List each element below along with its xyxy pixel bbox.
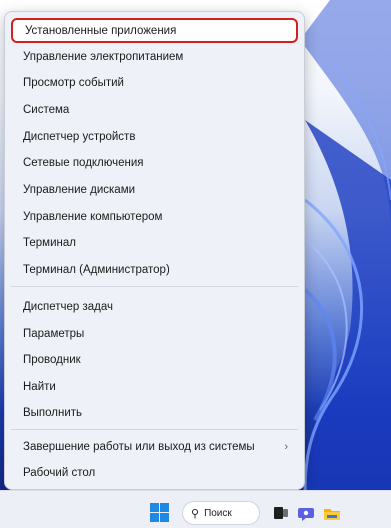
menu-item-network-connections[interactable]: Сетевые подключения (11, 150, 298, 175)
menu-item-power-options[interactable]: Управление электропитанием (11, 44, 298, 69)
menu-item-run[interactable]: Выполнить (11, 400, 298, 425)
menu-separator (11, 286, 298, 287)
menu-item-file-explorer[interactable]: Проводник (11, 347, 298, 372)
menu-item-label: Сетевые подключения (23, 156, 144, 169)
menu-item-label: Диспетчер задач (23, 300, 113, 313)
menu-item-label: Управление дисками (23, 183, 136, 196)
file-explorer-icon[interactable] (323, 504, 341, 522)
menu-item-event-viewer[interactable]: Просмотр событий (11, 70, 298, 95)
menu-item-installed-apps[interactable]: Установленные приложения (11, 18, 298, 43)
menu-item-terminal[interactable]: Терминал (11, 230, 298, 255)
menu-item-label: Терминал (Администратор) (23, 263, 170, 276)
menu-item-computer-management[interactable]: Управление компьютером (11, 204, 298, 229)
menu-item-label: Просмотр событий (23, 76, 124, 89)
menu-item-label: Терминал (23, 236, 76, 249)
winx-context-menu: Установленные приложения Управление элек… (4, 11, 305, 490)
menu-item-task-manager[interactable]: Диспетчер задач (11, 294, 298, 319)
chevron-right-icon: › (284, 440, 288, 453)
menu-item-system[interactable]: Система (11, 97, 298, 122)
menu-item-label: Управление компьютером (23, 210, 163, 223)
menu-item-label: Управление электропитанием (23, 50, 184, 63)
menu-item-label: Диспетчер устройств (23, 130, 136, 143)
menu-item-desktop[interactable]: Рабочий стол (11, 460, 298, 485)
menu-item-label: Выполнить (23, 406, 83, 419)
menu-item-label: Рабочий стол (23, 466, 96, 479)
chat-icon[interactable] (297, 504, 315, 522)
search-label: Поиск (204, 507, 232, 519)
menu-item-label: Установленные приложения (25, 24, 177, 37)
menu-item-disk-management[interactable]: Управление дисками (11, 177, 298, 202)
menu-item-terminal-admin[interactable]: Терминал (Администратор) (11, 257, 298, 282)
windows-start-icon[interactable] (150, 503, 169, 522)
search-icon: ⚲ (191, 507, 200, 520)
menu-item-shutdown-signout[interactable]: Завершение работы или выход из системы › (11, 434, 298, 459)
menu-separator (11, 429, 298, 430)
menu-item-label: Система (23, 103, 70, 116)
menu-item-device-manager[interactable]: Диспетчер устройств (11, 124, 298, 149)
menu-item-settings[interactable]: Параметры (11, 321, 298, 346)
menu-item-label: Проводник (23, 353, 81, 366)
menu-item-label: Найти (23, 380, 56, 393)
task-view-icon[interactable] (272, 504, 290, 522)
menu-item-label: Параметры (23, 327, 85, 340)
taskbar-search-box[interactable]: ⚲ Поиск (182, 501, 260, 525)
menu-item-label: Завершение работы или выход из системы (23, 440, 255, 453)
menu-item-search[interactable]: Найти (11, 374, 298, 399)
